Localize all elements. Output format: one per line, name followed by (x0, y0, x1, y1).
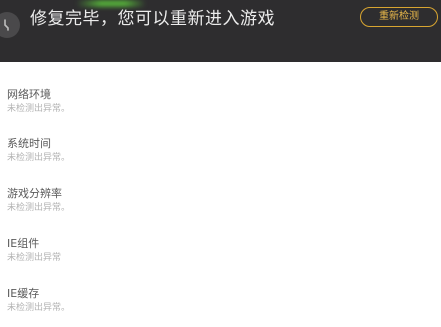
check-item-status: 未检测出异常。 (7, 153, 71, 163)
check-item-name: 网络环境 (7, 88, 51, 101)
check-item-name: IE缓存 (7, 287, 40, 300)
retest-button[interactable]: 重新检测 (360, 7, 438, 27)
check-item-ie-component: IE组件 未检测出异常 (7, 237, 407, 264)
check-item-status: 未检测出异常。 (7, 203, 71, 213)
check-item-status: 未检测出异常 (7, 253, 62, 263)
check-item-name: IE组件 (7, 237, 40, 250)
check-item-name: 系统时间 (7, 137, 51, 150)
check-item-network: 网络环境 未检测出异常。 (7, 88, 407, 115)
check-item-name: 游戏分辨率 (7, 187, 62, 200)
repair-status-title: 修复完毕，您可以重新进入游戏 (30, 9, 275, 29)
check-item-resolution: 游戏分辨率 未检测出异常。 (7, 187, 407, 214)
check-item-status: 未检测出异常。 (7, 104, 71, 114)
check-item-system-time: 系统时间 未检测出异常。 (7, 137, 407, 164)
result-header: 修复完毕，您可以重新进入游戏 重新检测 (0, 0, 441, 62)
check-item-ie-cache: IE缓存 未检测出异常。 (7, 287, 407, 314)
check-item-status: 未检测出异常。 (7, 303, 71, 313)
header-glow (76, 0, 146, 7)
wrench-icon (0, 12, 20, 38)
